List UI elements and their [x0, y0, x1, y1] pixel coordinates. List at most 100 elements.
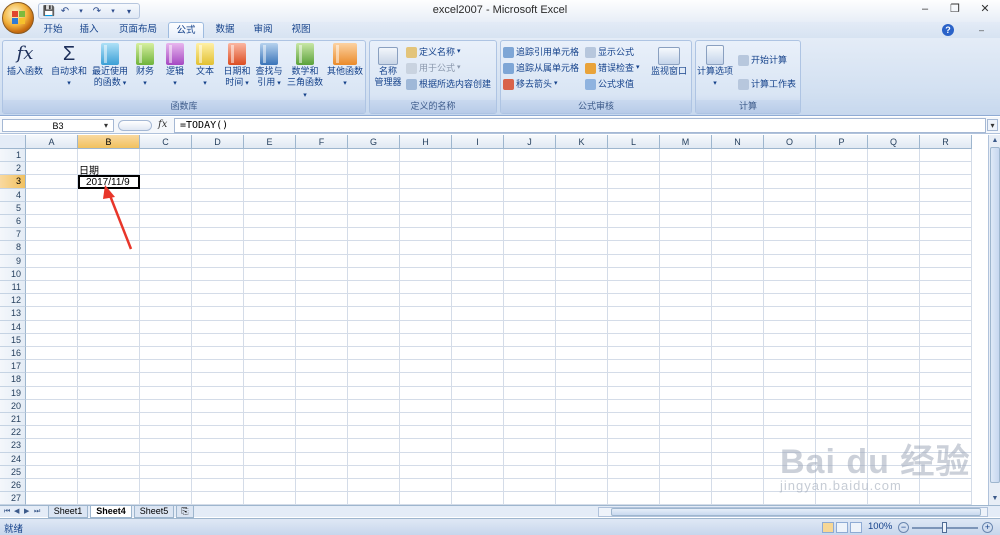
page-break-view-icon[interactable]	[850, 522, 862, 533]
expand-formula-bar-icon[interactable]: ▾	[987, 119, 998, 131]
vertical-scrollbar[interactable]: ▲ ▼	[988, 135, 1000, 505]
formula-input[interactable]: =TODAY()	[174, 118, 986, 133]
column-header[interactable]: J	[504, 135, 556, 149]
row-header[interactable]: 25	[0, 465, 26, 479]
tab-insert[interactable]: 插入	[74, 22, 104, 38]
row-header[interactable]: 6	[0, 215, 26, 229]
datetime-button[interactable]: 日期和 时间 ▾	[221, 43, 253, 99]
insert-sheet-icon[interactable]: ⎘	[176, 506, 194, 518]
row-header[interactable]: 17	[0, 360, 26, 374]
zoom-in-icon[interactable]: +	[982, 522, 993, 533]
row-header[interactable]: 4	[0, 188, 26, 202]
zoom-level[interactable]: 100%	[868, 521, 892, 532]
column-header[interactable]: B	[78, 135, 140, 149]
zoom-slider-thumb[interactable]	[942, 522, 947, 533]
column-header[interactable]: Q	[868, 135, 920, 149]
row-header[interactable]: 24	[0, 452, 26, 466]
row-header[interactable]: 1	[0, 149, 26, 163]
column-header[interactable]: K	[556, 135, 608, 149]
office-button[interactable]	[2, 2, 34, 34]
logical-button[interactable]: 逻辑 ▾	[161, 43, 189, 99]
column-header[interactable]: M	[660, 135, 712, 149]
autosum-button[interactable]: Σ 自动求和 ▾	[49, 43, 89, 99]
insert-function-fx-icon[interactable]: fx	[158, 119, 167, 130]
financial-button[interactable]: 财务 ▾	[131, 43, 159, 99]
row-header[interactable]: 16	[0, 347, 26, 361]
column-header[interactable]: R	[920, 135, 972, 149]
recent-functions-button[interactable]: 最近使用 的函数 ▾	[89, 43, 131, 99]
prev-sheet-icon[interactable]: ◀	[14, 506, 19, 517]
watch-window-button[interactable]: 监视窗口	[649, 43, 689, 99]
show-formulas-button[interactable]: 显示公式	[585, 45, 634, 59]
column-header[interactable]: I	[452, 135, 504, 149]
row-header[interactable]: 11	[0, 281, 26, 295]
evaluate-formula-button[interactable]: 公式求值	[585, 77, 634, 91]
column-header[interactable]: G	[348, 135, 400, 149]
select-all-corner[interactable]	[0, 135, 26, 149]
formula-splitter[interactable]	[118, 120, 152, 131]
tab-review[interactable]: 审阅	[248, 22, 278, 38]
column-header[interactable]: P	[816, 135, 868, 149]
name-box-dropdown-icon[interactable]: ▾	[104, 119, 108, 132]
last-sheet-icon[interactable]: ⏭	[34, 506, 40, 517]
column-header[interactable]: O	[764, 135, 816, 149]
tab-data[interactable]: 数据	[210, 22, 240, 38]
column-header[interactable]: C	[140, 135, 192, 149]
lookup-button[interactable]: 查找与 引用 ▾	[253, 43, 285, 99]
trace-dependents-button[interactable]: 追踪从属单元格	[503, 61, 579, 75]
restore-icon[interactable]: ❐	[940, 0, 970, 18]
row-header[interactable]: 26	[0, 479, 26, 493]
name-manager-button[interactable]: 名称 管理器	[372, 43, 404, 99]
row-header[interactable]: 14	[0, 320, 26, 334]
horizontal-scrollbar[interactable]	[598, 507, 988, 517]
page-layout-view-icon[interactable]	[836, 522, 848, 533]
row-header[interactable]: 10	[0, 267, 26, 281]
define-name-button[interactable]: 定义名称 ▾	[406, 45, 461, 59]
row-header[interactable]: 21	[0, 413, 26, 427]
sheet-tab-sheet4[interactable]: Sheet4	[90, 506, 132, 518]
row-header[interactable]: 2	[0, 162, 26, 176]
column-header[interactable]: F	[296, 135, 348, 149]
worksheet-grid[interactable]: ABCDEFGHIJKLMNOPQR 1 2 3 4 5 6 7 8 9 10 11 12 13 14 15…	[0, 135, 988, 505]
sheet-tab-sheet5[interactable]: Sheet5	[134, 506, 174, 518]
sheet-tab-sheet1[interactable]: Sheet1	[48, 506, 88, 518]
row-header[interactable]: 18	[0, 373, 26, 387]
column-header[interactable]: N	[712, 135, 764, 149]
first-sheet-icon[interactable]: ⏮	[4, 506, 10, 517]
name-box[interactable]: B3	[2, 119, 114, 132]
row-header[interactable]: 3	[0, 175, 26, 189]
calc-now-button[interactable]: 开始计算	[738, 53, 787, 67]
close-icon[interactable]: ✕	[970, 0, 1000, 18]
column-header[interactable]: L	[608, 135, 660, 149]
remove-arrows-button[interactable]: 移去箭头 ▾	[503, 77, 558, 91]
workbook-minimize-icon[interactable]: ‒	[979, 22, 984, 38]
tab-home[interactable]: 开始	[38, 22, 68, 38]
tab-page-layout[interactable]: 页面布局	[112, 22, 164, 38]
row-header[interactable]: 9	[0, 254, 26, 268]
row-header[interactable]: 23	[0, 439, 26, 453]
calc-sheet-button[interactable]: 计算工作表	[738, 77, 796, 91]
use-in-formula-button[interactable]: 用于公式 ▾	[406, 61, 461, 75]
row-header[interactable]: 7	[0, 228, 26, 242]
vertical-scroll-thumb[interactable]	[990, 147, 1000, 483]
next-sheet-icon[interactable]: ▶	[24, 506, 29, 517]
row-header[interactable]: 15	[0, 333, 26, 347]
text-button[interactable]: 文本 ▾	[191, 43, 219, 99]
calc-options-button[interactable]: 计算选项 ▾	[696, 43, 734, 99]
row-header[interactable]: 22	[0, 426, 26, 440]
row-header[interactable]: 5	[0, 201, 26, 215]
normal-view-icon[interactable]	[822, 522, 834, 533]
column-header[interactable]: H	[400, 135, 452, 149]
more-functions-button[interactable]: 其他函数 ▾	[325, 43, 365, 99]
error-checking-button[interactable]: 错误检查 ▾	[585, 61, 640, 75]
row-header[interactable]: 13	[0, 307, 26, 321]
tab-view[interactable]: 视图	[286, 22, 316, 38]
trace-precedents-button[interactable]: 追踪引用单元格	[503, 45, 579, 59]
row-header[interactable]: 19	[0, 386, 26, 400]
math-trig-button[interactable]: 数学和 三角函数 ▾	[285, 43, 325, 99]
row-header[interactable]: 20	[0, 399, 26, 413]
tab-formulas[interactable]: 公式	[168, 22, 204, 38]
horizontal-scroll-thumb[interactable]	[611, 508, 981, 516]
scroll-down-icon[interactable]: ▼	[989, 494, 1000, 504]
minimize-icon[interactable]: ‒	[910, 0, 940, 18]
